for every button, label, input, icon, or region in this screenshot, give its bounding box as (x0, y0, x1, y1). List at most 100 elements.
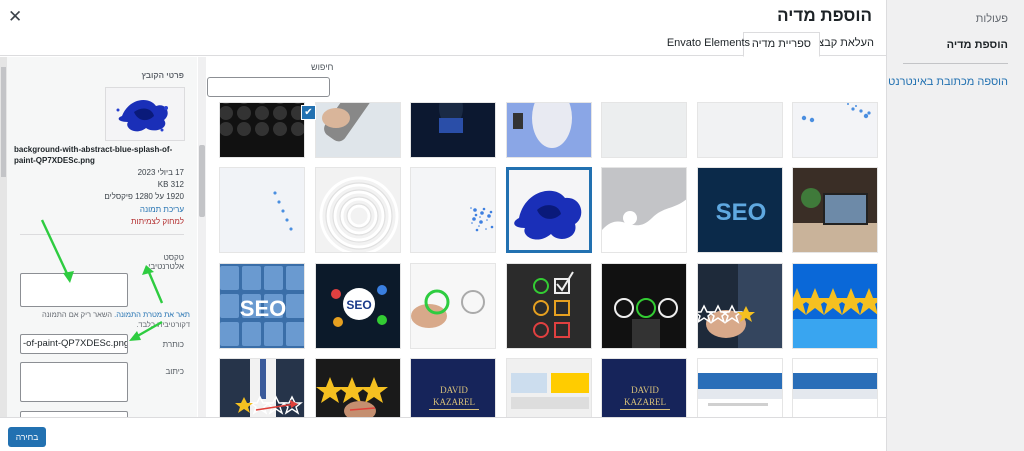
attachment-thumbnail[interactable] (792, 263, 878, 349)
thumbnail-image: DAVID KAZAREL (602, 359, 686, 417)
attachment-thumbnail[interactable] (601, 167, 687, 253)
attachment-thumbnail[interactable] (219, 102, 305, 158)
search-label: חיפוש (311, 62, 334, 72)
svg-text:DAVID: DAVID (631, 385, 659, 395)
selected-check-icon[interactable]: ✔ (301, 105, 316, 120)
svg-text:KAZAREL: KAZAREL (433, 397, 475, 407)
thumbnail-image (220, 103, 304, 157)
thumbnail-image (507, 264, 591, 348)
attachment-dimensions: 1920 על 1280 פיקסלים (104, 192, 184, 201)
thumbnail-image (316, 359, 400, 417)
attachment-thumbnail[interactable] (315, 167, 401, 253)
attachment-thumbnail[interactable]: DAVID KAZAREL (410, 358, 496, 418)
details-separator (20, 234, 184, 235)
attachment-thumbnail[interactable]: SEO (315, 263, 401, 349)
thumbnail-image: DAVID KAZAREL (411, 359, 495, 417)
attachment-details: פרטי הקובץ background-with-abstract-blue… (0, 57, 197, 417)
thumbnail-image (698, 264, 782, 348)
caption-field[interactable] (20, 362, 128, 402)
thumbnail-image (411, 103, 495, 157)
thumbnail-image (316, 168, 400, 252)
thumbnail-image (793, 359, 877, 417)
thumbnail-image (793, 168, 877, 252)
svg-text:SEO: SEO (716, 199, 767, 226)
svg-text:SEO: SEO (240, 296, 286, 321)
attachment-date: 17 ביולי 2023 (137, 168, 184, 177)
menu-separator (903, 63, 1008, 64)
thumbnail-image (602, 103, 686, 157)
attachment-thumbnail[interactable] (601, 263, 687, 349)
attachment-thumbnail[interactable] (792, 102, 878, 158)
caption-label: כיתוב (165, 367, 184, 376)
alt-text-help: תאר את מטרת התמונה. השאר ריק אם התמונה ד… (20, 310, 190, 330)
attachment-thumbnail[interactable] (315, 358, 401, 418)
attachment-thumbnail[interactable] (792, 167, 878, 253)
menu-item-add-media[interactable]: הוספת מדיה (947, 39, 1008, 51)
svg-text:SEO: SEO (346, 298, 371, 312)
menu-link-insert-from-url[interactable]: הוספה מכתובת באינטרנט (888, 76, 1008, 88)
thumbnail-image (698, 359, 782, 417)
sidebar-scroll-thumb[interactable] (1, 67, 6, 177)
browser-scrollbar[interactable] (198, 57, 206, 417)
attachment-preview (105, 87, 185, 141)
attachment-thumbnail[interactable] (315, 102, 401, 158)
media-toolbar: בחירה (0, 417, 886, 451)
svg-text:KAZAREL: KAZAREL (624, 397, 666, 407)
menu-title: פעולות (975, 13, 1008, 25)
search-input[interactable] (207, 77, 330, 97)
thumbnail-image (793, 103, 877, 157)
thumbnail-image (220, 359, 304, 417)
thumbnail-image: SEO (316, 264, 400, 348)
attachment-thumbnail[interactable] (697, 263, 783, 349)
select-button[interactable]: בחירה (8, 427, 46, 447)
thumbnail-image (698, 103, 782, 157)
media-tabs: העלאת קבצים ספריית מדיה Envato Elements (0, 32, 886, 57)
thumbnail-image: SEO (220, 264, 304, 348)
media-menu: פעולות הוספת מדיה הוספה מכתובת באינטרנט (886, 0, 1024, 451)
thumbnail-image (507, 103, 591, 157)
attachment-thumbnail[interactable] (219, 167, 305, 253)
modal-title: הוספת מדיה (777, 6, 872, 25)
sidebar-scrollbar[interactable] (0, 57, 7, 417)
thumbnail-image (507, 359, 591, 417)
attachment-thumbnail[interactable]: DAVID KAZAREL (601, 358, 687, 418)
edit-image-link[interactable]: עריכת תמונה (140, 205, 184, 214)
attachment-thumbnail[interactable] (601, 102, 687, 158)
svg-text:DAVID: DAVID (440, 385, 468, 395)
attachment-filesize: 312 KB (157, 180, 184, 189)
modal-header: ✕ הוספת מדיה (0, 0, 886, 32)
attachment-thumbnail[interactable] (697, 358, 783, 418)
attachment-thumbnail[interactable] (506, 263, 592, 349)
alt-help-link[interactable]: תאר את מטרת התמונה. (114, 310, 190, 319)
browser-scroll-thumb[interactable] (199, 145, 205, 217)
alt-text-field[interactable] (20, 273, 128, 307)
attachment-thumbnail[interactable] (410, 102, 496, 158)
attachment-details-heading: פרטי הקובץ (141, 71, 184, 80)
attachment-thumbnail[interactable] (697, 102, 783, 158)
attachment-thumbnail[interactable] (506, 358, 592, 418)
thumbnail-image (411, 168, 495, 252)
attachment-thumbnail[interactable] (410, 263, 496, 349)
attachment-thumbnail[interactable] (410, 167, 496, 253)
attachment-thumbnail[interactable]: SEO (697, 167, 783, 253)
thumbnail-image (507, 168, 591, 252)
attachment-thumbnail[interactable] (506, 102, 592, 158)
title-label: כותרת (162, 340, 184, 349)
attachment-thumbnail[interactable] (506, 167, 592, 253)
thumbnail-image (793, 264, 877, 348)
thumbnail-image (411, 264, 495, 348)
attachment-thumbnail[interactable] (792, 358, 878, 418)
thumbnail-image: SEO (698, 168, 782, 252)
thumbnail-image (602, 168, 686, 252)
thumbnail-image (220, 168, 304, 252)
title-field[interactable]: -of-paint-QP7XDESc.png (20, 334, 128, 354)
attachment-thumbnail[interactable]: SEO (219, 263, 305, 349)
attachment-filename: background-with-abstract-blue-splash-of-… (14, 145, 173, 165)
thumbnail-image (316, 103, 400, 157)
attachment-thumbnail[interactable] (219, 358, 305, 418)
thumbnail-image (602, 264, 686, 348)
tab-envato-elements[interactable]: Envato Elements (659, 32, 758, 57)
delete-permanently-link[interactable]: למחוק לצמיתות (131, 217, 184, 226)
close-icon[interactable]: ✕ (8, 7, 22, 27)
alt-text-label: טקסט אלטרנטיבי (148, 253, 184, 271)
